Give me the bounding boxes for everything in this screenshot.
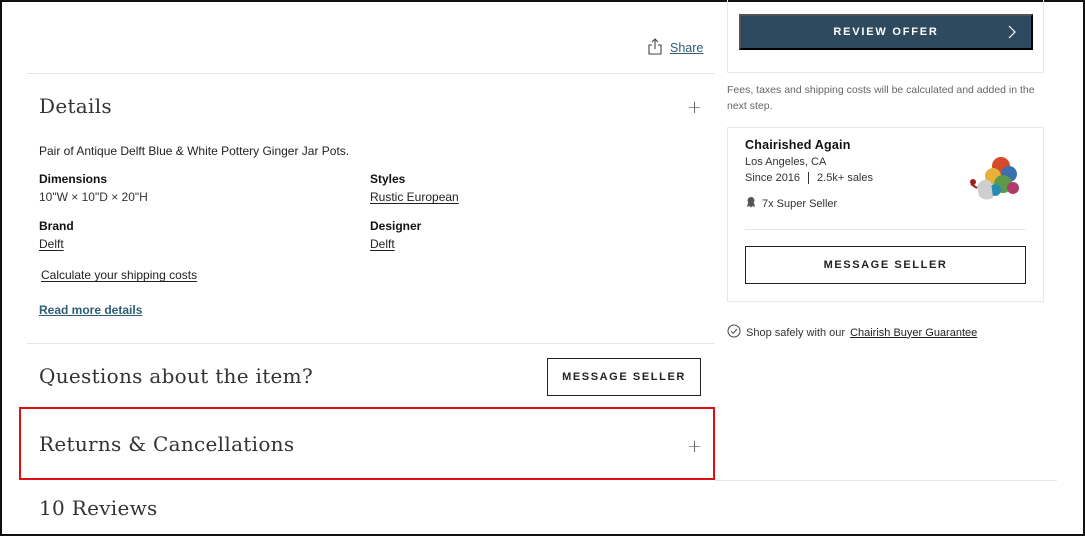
read-more-link[interactable]: Read more details (39, 303, 142, 317)
item-description: Pair of Antique Delft Blue & White Potte… (39, 144, 350, 158)
guarantee-link[interactable]: Chairish Buyer Guarantee (850, 327, 977, 339)
super-seller-badge: 7x Super Seller (745, 196, 837, 211)
seller-sales: 2.5k+ sales (817, 172, 873, 184)
seller-location: Los Angeles, CA (745, 156, 827, 168)
fees-note: Fees, taxes and shipping costs will be c… (727, 84, 1035, 112)
share-icon (648, 38, 662, 58)
divider (27, 73, 715, 74)
styles-label: Styles (370, 172, 406, 186)
reviews-heading: 10 Reviews (39, 496, 158, 520)
questions-heading: Questions about the item? (39, 364, 313, 388)
divider (715, 480, 1057, 481)
styles-link[interactable]: Rustic European (370, 190, 459, 204)
share-link[interactable]: Share (670, 41, 703, 55)
shipping-cost-link[interactable]: Calculate your shipping costs (41, 268, 197, 282)
divider (27, 343, 715, 344)
chevron-right-icon (1007, 24, 1017, 45)
brand-link[interactable]: Delft (39, 237, 64, 251)
seller-avatar[interactable] (963, 146, 1023, 214)
super-seller-text: 7x Super Seller (762, 197, 838, 210)
seller-name[interactable]: Chairished Again (745, 138, 851, 152)
returns-expand-icon[interactable]: + (687, 436, 702, 457)
seller-stats: Since 2016 2.5k+ sales (745, 172, 873, 184)
review-offer-button[interactable]: REVIEW OFFER (739, 14, 1033, 50)
designer-label: Designer (370, 219, 422, 233)
award-icon (745, 196, 757, 211)
dimensions-label: Dimensions (39, 172, 108, 186)
check-circle-icon (727, 324, 741, 341)
separator (808, 172, 810, 184)
designer-link[interactable]: Delft (370, 237, 395, 251)
details-expand-icon[interactable]: + (687, 97, 702, 118)
share-control[interactable]: Share (648, 38, 703, 58)
guarantee-prefix: Shop safely with our (746, 326, 846, 339)
returns-heading[interactable]: Returns & Cancellations (39, 432, 294, 456)
seller-message-button[interactable]: MESSAGE SELLER (745, 246, 1026, 284)
dimensions-value: 10"W × 10"D × 20"H (39, 190, 148, 204)
brand-label: Brand (39, 219, 74, 233)
details-heading: Details (39, 94, 112, 118)
seller-since: Since 2016 (745, 172, 801, 184)
message-seller-button[interactable]: MESSAGE SELLER (547, 358, 701, 396)
buyer-guarantee: Shop safely with our Chairish Buyer Guar… (727, 324, 977, 341)
divider (745, 229, 1026, 230)
review-offer-label: REVIEW OFFER (833, 26, 939, 38)
